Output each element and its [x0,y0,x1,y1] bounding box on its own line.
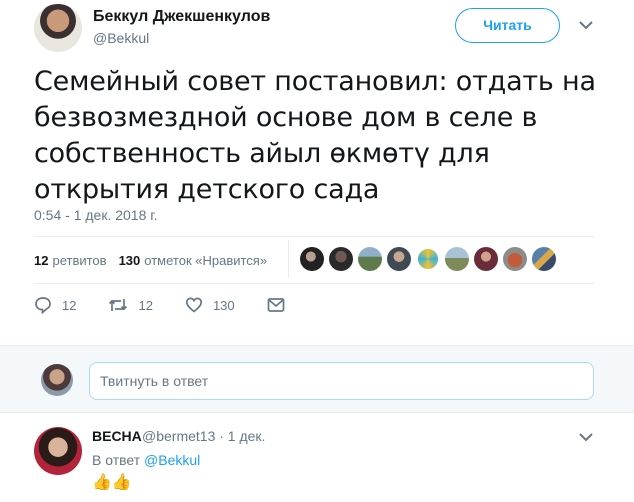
chevron-down-icon[interactable] [578,430,594,444]
chevron-down-icon[interactable] [578,18,594,32]
liker-avatar[interactable] [503,247,527,271]
tweet-text: Семейный совет постановил: отдать на без… [34,66,596,205]
retweet-button[interactable]: 12 [108,296,153,314]
likes-label[interactable]: отметок «Нравится» [144,253,267,268]
retweet-icon [109,299,128,311]
reply-author-name[interactable]: ВЕСНА [92,428,142,444]
reply-author-avatar[interactable] [34,427,82,475]
liker-avatar[interactable] [474,247,498,271]
like-button[interactable]: 130 [185,296,235,314]
liker-avatar[interactable] [300,247,324,271]
retweet-count: 12 [138,297,153,313]
direct-message-button[interactable] [267,297,295,313]
liker-avatar[interactable] [445,247,469,271]
in-reply-prefix: В ответ [92,452,141,468]
author-name[interactable]: Беккул Джекшенкулов [93,8,270,26]
author-handle[interactable]: @Bekkul [93,30,149,46]
retweets-count[interactable]: 12 [34,253,48,268]
in-reply-to: В ответ @Bekkul [92,452,200,468]
retweets-label[interactable]: ретвитов [52,253,106,268]
liker-avatar[interactable] [358,247,382,271]
reply-author-meta[interactable]: @bermet13 · 1 дек. [142,428,265,444]
tweet-actions: 12 12 130 [34,296,327,314]
author-avatar[interactable] [34,4,82,52]
heart-icon [185,297,202,313]
reply-tweet[interactable]: ВЕСНА @bermet13 · 1 дек. В ответ @Bekkul… [0,414,634,502]
reply-composer: Твитнуть в ответ [0,345,634,413]
reply-icon [35,297,51,314]
liker-avatar[interactable] [416,247,440,271]
current-user-avatar [41,364,73,396]
divider [288,240,289,278]
divider [34,283,594,284]
like-count: 130 [212,297,235,313]
envelope-icon [267,298,284,312]
reply-input[interactable]: Твитнуть в ответ [89,362,594,400]
in-reply-handle-link[interactable]: @Bekkul [144,452,200,468]
likers-avatars [300,247,556,271]
tweet-timestamp[interactable]: 0:54 - 1 дек. 2018 г. [34,207,158,223]
liker-avatar[interactable] [329,247,353,271]
likes-count[interactable]: 130 [119,253,141,268]
tweet-card: Беккул Джекшенкулов @Bekkul Читать Семей… [0,0,634,345]
reply-button[interactable]: 12 [34,296,76,314]
reply-text: 👍👍 [92,474,132,491]
liker-avatar[interactable] [387,247,411,271]
liker-avatar[interactable] [532,247,556,271]
tweet-stats: 12 ретвитов 130 отметок «Нравится» [34,244,267,276]
follow-button[interactable]: Читать [455,8,560,43]
reply-count: 12 [62,297,77,313]
divider [34,236,594,237]
